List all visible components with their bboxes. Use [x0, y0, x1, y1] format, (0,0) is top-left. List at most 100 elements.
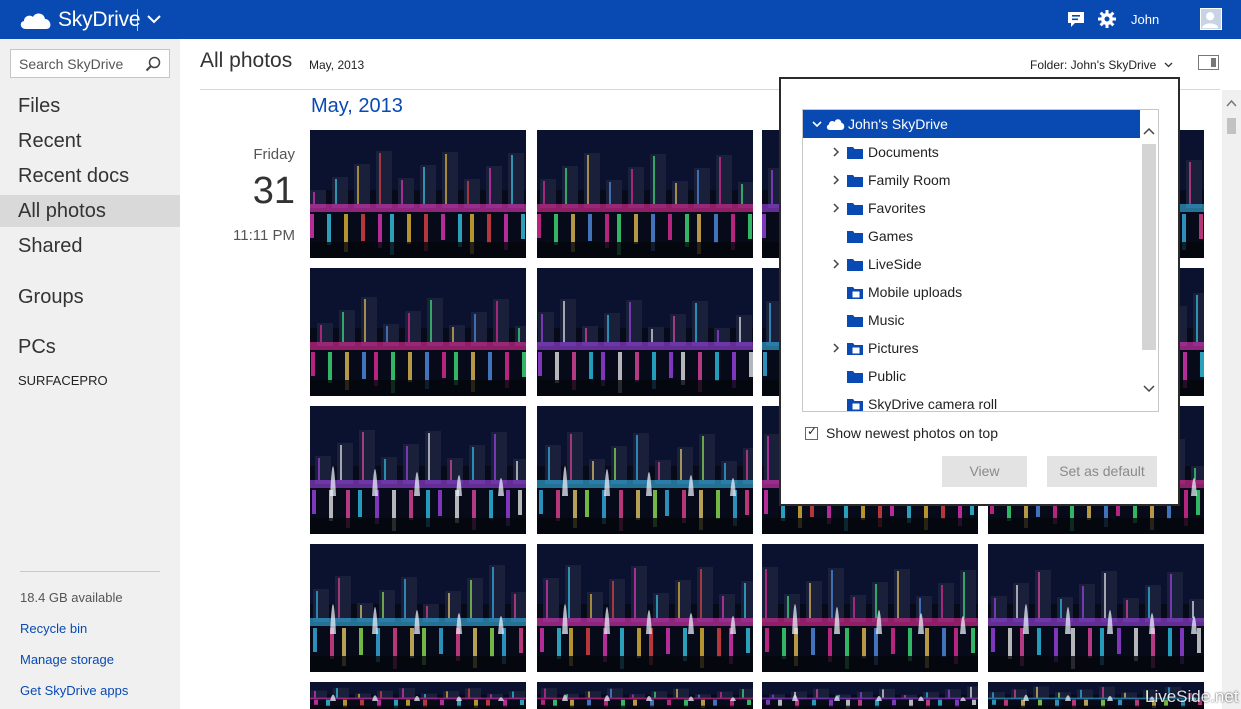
tree-folder-label: Games — [868, 228, 914, 244]
photo-thumbnail[interactable] — [537, 130, 753, 258]
tree-folder[interactable]: Favorites — [803, 194, 1140, 222]
nav-pc-surfacepro[interactable]: SURFACEPRO — [18, 373, 108, 388]
date-day: 31 — [252, 170, 295, 212]
app-name: SkyDrive — [58, 8, 141, 31]
month-heading: May, 2013 — [311, 95, 403, 117]
tree-root[interactable]: John's SkyDrive — [803, 110, 1140, 138]
nav-all-photos[interactable]: All photos — [0, 195, 180, 227]
scroll-down-icon[interactable] — [1143, 382, 1155, 394]
photo-thumbnail[interactable] — [762, 544, 978, 672]
feedback-icon[interactable] — [1066, 9, 1086, 29]
tree-folder[interactable]: Music — [803, 306, 1140, 334]
view-button[interactable]: View — [942, 456, 1027, 487]
search-box — [10, 49, 170, 78]
folder-selector[interactable]: Folder: John's SkyDrive — [1030, 58, 1173, 72]
tree-folder-label: LiveSide — [868, 256, 922, 272]
folder-picker-dialog: John's SkyDrive Documents Family Room Favo… — [779, 77, 1180, 506]
main-scrollbar[interactable] — [1222, 90, 1241, 709]
details-pane-icon[interactable] — [1198, 55, 1219, 70]
photo-thumbnail[interactable] — [310, 544, 526, 672]
newest-on-top-option[interactable]: Show newest photos on top — [805, 424, 999, 441]
photo-thumbnail[interactable] — [537, 682, 753, 709]
tree-folder-label: Public — [868, 368, 907, 384]
tree-folder[interactable]: Mobile uploads — [803, 278, 1140, 306]
nav-groups[interactable]: Groups — [0, 281, 180, 313]
sidebar: Files Recent Recent docs All photos Shar… — [0, 39, 180, 709]
chevron-down-icon[interactable] — [145, 10, 163, 28]
shared-folder-icon — [847, 343, 863, 355]
tree-folder[interactable]: LiveSide — [803, 250, 1140, 278]
scroll-thumb[interactable] — [1227, 118, 1236, 134]
nav-pcs[interactable]: PCs — [0, 331, 180, 363]
breadcrumb-date: May, 2013 — [309, 58, 365, 72]
scroll-up-icon[interactable] — [1143, 126, 1155, 138]
photo-thumbnail[interactable] — [310, 268, 526, 396]
photo-thumbnail[interactable] — [310, 682, 526, 709]
nav-recent-docs[interactable]: Recent docs — [0, 160, 180, 192]
chevron-right-icon[interactable] — [831, 259, 841, 269]
chevron-right-icon[interactable] — [831, 203, 841, 213]
chevron-right-icon[interactable] — [831, 147, 841, 157]
tree-scroll-thumb[interactable] — [1142, 144, 1156, 350]
search-input[interactable] — [11, 50, 141, 77]
photo-thumbnail[interactable] — [537, 544, 753, 672]
newest-on-top-label: Show newest photos on top — [826, 425, 999, 441]
skydrive-cloud-icon — [20, 13, 51, 29]
nav-files[interactable]: Files — [0, 90, 180, 122]
tree-folder[interactable]: Documents — [803, 138, 1140, 166]
folder-icon — [847, 231, 863, 243]
date-weekday: Friday — [253, 146, 295, 163]
folder-icon — [847, 315, 863, 327]
photo-thumbnail[interactable] — [310, 406, 526, 534]
photo-thumbnail[interactable] — [762, 682, 978, 709]
newest-on-top-checkbox[interactable] — [805, 424, 818, 440]
top-bar: SkyDrive John — [0, 0, 1241, 39]
tree-folder[interactable]: Family Room — [803, 166, 1140, 194]
folder-icon — [847, 259, 863, 271]
tree-folder[interactable]: Pictures — [803, 334, 1140, 362]
tree-folder-label: Music — [868, 312, 905, 328]
chevron-down-icon — [1164, 62, 1173, 68]
tree-folder[interactable]: Games — [803, 222, 1140, 250]
tree-folder[interactable]: SkyDrive camera roll — [803, 390, 1140, 412]
folder-icon — [847, 203, 863, 215]
shared-folder-icon — [847, 287, 863, 299]
folder-selector-label: Folder: John's SkyDrive — [1030, 58, 1157, 72]
tree-folder-label: Favorites — [868, 200, 926, 216]
photo-thumbnail[interactable] — [310, 130, 526, 258]
chevron-right-icon[interactable] — [831, 175, 841, 185]
manage-storage-link[interactable]: Manage storage — [20, 652, 114, 667]
tree-folder-label: Pictures — [868, 340, 919, 356]
avatar-icon[interactable] — [1200, 8, 1222, 30]
gear-icon[interactable] — [1097, 9, 1117, 29]
photo-thumbnail[interactable] — [537, 268, 753, 396]
search-icon[interactable] — [145, 56, 161, 72]
nav-recent[interactable]: Recent — [0, 125, 180, 157]
sidebar-divider — [20, 571, 160, 572]
logo-divider — [137, 9, 138, 31]
folder-icon — [847, 371, 863, 383]
chevron-right-icon[interactable] — [831, 343, 841, 353]
storage-available: 18.4 GB available — [20, 590, 123, 605]
folder-icon — [847, 147, 863, 159]
folder-tree: John's SkyDrive Documents Family Room Favo… — [802, 109, 1159, 412]
photo-thumbnail[interactable] — [537, 406, 753, 534]
nav-shared[interactable]: Shared — [0, 230, 180, 262]
photo-thumbnail[interactable] — [988, 544, 1204, 672]
shared-folder-icon — [847, 399, 863, 411]
skydrive-cloud-icon — [826, 119, 845, 130]
chevron-down-icon[interactable] — [812, 119, 822, 129]
tree-scrollbar[interactable] — [1140, 110, 1158, 411]
recycle-bin-link[interactable]: Recycle bin — [20, 621, 87, 636]
tree-folder-label: SkyDrive camera roll — [868, 396, 998, 412]
tree-folder[interactable]: Public — [803, 362, 1140, 390]
user-name[interactable]: John — [1131, 12, 1159, 27]
tree-folder-label: Mobile uploads — [868, 284, 963, 300]
tree-folder-label: Documents — [868, 144, 939, 160]
skydrive-logo[interactable]: SkyDrive — [18, 7, 141, 33]
tree-root-label: John's SkyDrive — [848, 116, 948, 132]
get-apps-link[interactable]: Get SkyDrive apps — [20, 683, 128, 698]
set-default-button[interactable]: Set as default — [1047, 456, 1157, 487]
folder-icon — [847, 175, 863, 187]
scroll-up-icon[interactable] — [1226, 98, 1237, 109]
